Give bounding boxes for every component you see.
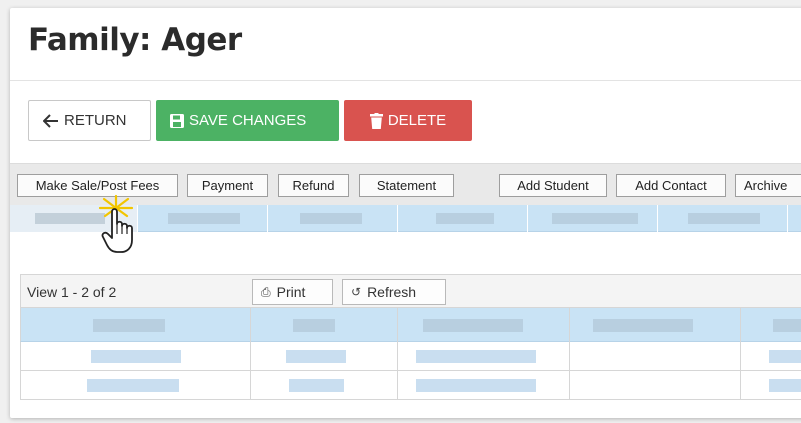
tab-placeholder[interactable]	[138, 205, 268, 232]
column-divider	[250, 308, 251, 399]
floppy-disk-icon	[170, 113, 184, 128]
column-divider	[569, 308, 570, 399]
page-title: Family: Ager	[28, 22, 242, 58]
arrow-left-icon	[43, 113, 58, 128]
add-contact-button[interactable]: Add Contact	[616, 174, 726, 197]
delete-button[interactable]: DELETE	[344, 100, 472, 141]
tab-placeholder[interactable]	[658, 205, 788, 232]
toolbar-item-label: Add Student	[517, 178, 589, 193]
statement-button[interactable]: Statement	[359, 174, 454, 197]
column-header[interactable]	[423, 319, 523, 332]
save-label: SAVE CHANGES	[189, 112, 307, 129]
trash-icon	[369, 112, 383, 129]
toolbar-item-label: Add Contact	[635, 178, 707, 193]
column-divider	[397, 308, 398, 399]
column-header[interactable]	[93, 319, 165, 332]
toolbar-item-label: Refund	[292, 178, 335, 193]
tab-placeholder[interactable]	[268, 205, 398, 232]
refresh-button[interactable]: ↺ Refresh	[342, 279, 446, 305]
refresh-icon: ↺	[351, 285, 362, 299]
toolbar-item-label: Archive	[744, 178, 788, 193]
payment-button[interactable]: Payment	[187, 174, 268, 197]
tab-placeholder[interactable]	[528, 205, 658, 232]
table-row[interactable]	[20, 342, 801, 371]
hand-pointer-icon	[98, 194, 134, 253]
print-label: Print	[276, 284, 306, 300]
archive-button[interactable]: Archive	[735, 174, 801, 197]
return-button[interactable]: RETURN	[28, 100, 151, 141]
action-buttons: RETURN SAVE CHANGES DELETE	[28, 100, 472, 141]
printer-icon: ⎙	[261, 284, 271, 299]
toolbar-item-label: Payment	[201, 178, 254, 193]
save-changes-button[interactable]: SAVE CHANGES	[156, 100, 339, 141]
toolbar-item-label: Statement	[376, 178, 437, 193]
grid-column-header	[20, 308, 801, 342]
grid-header-bar: View 1 - 2 of 2 ⎙ Print ↺ Refresh	[20, 274, 801, 308]
delete-label: DELETE	[387, 112, 447, 129]
toolbar-item-label: Make Sale/Post Fees	[35, 178, 160, 193]
column-divider	[740, 308, 741, 399]
table-row[interactable]	[20, 371, 801, 400]
family-card: Family: Ager RETURN SAVE CHANGES DELETE	[10, 8, 801, 418]
tab-placeholder[interactable]	[398, 205, 528, 232]
view-count: View 1 - 2 of 2	[27, 284, 117, 300]
history-grid: View 1 - 2 of 2 ⎙ Print ↺ Refresh	[20, 274, 801, 402]
refund-button[interactable]: Refund	[278, 174, 349, 197]
add-student-button[interactable]: Add Student	[499, 174, 607, 197]
return-label: RETURN	[64, 112, 127, 129]
refresh-label: Refresh	[367, 284, 417, 300]
print-button[interactable]: ⎙ Print	[252, 279, 333, 305]
title-divider	[10, 80, 801, 81]
column-header[interactable]	[773, 319, 801, 332]
column-header[interactable]	[593, 319, 693, 332]
column-header[interactable]	[293, 319, 335, 332]
